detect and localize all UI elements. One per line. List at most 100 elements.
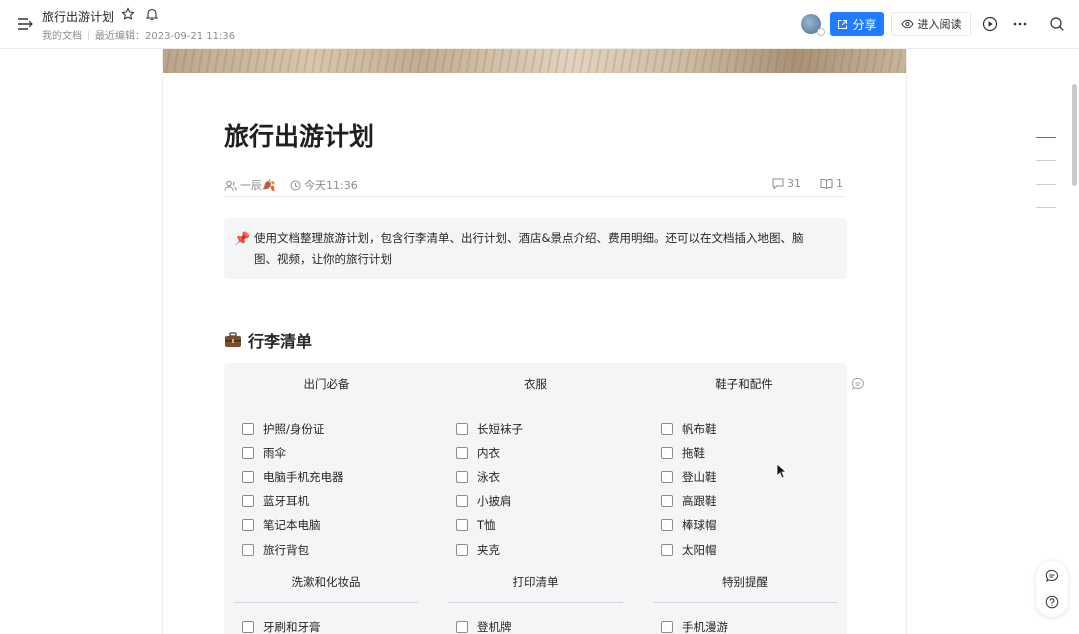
doc-meta: 我的文档 最近编辑：2023-09-21 11:36 bbox=[42, 27, 235, 42]
read-count[interactable]: 1 bbox=[820, 177, 843, 190]
last-edited: 最近编辑：2023-09-21 11:36 bbox=[95, 31, 236, 42]
checkbox[interactable] bbox=[242, 519, 254, 531]
item-label: 帆布鞋 bbox=[682, 422, 717, 436]
checklist-item[interactable]: 小披肩 bbox=[456, 493, 512, 509]
chat-icon[interactable] bbox=[1045, 569, 1059, 583]
help-icon[interactable] bbox=[1045, 595, 1059, 609]
column-divider bbox=[234, 602, 418, 603]
doc-title[interactable]: 旅行出游计划 bbox=[42, 8, 114, 25]
floating-toolbar bbox=[1036, 561, 1068, 617]
cover-image bbox=[163, 49, 906, 73]
checkbox[interactable] bbox=[661, 621, 673, 633]
author-name: 一辰🍂 bbox=[240, 179, 276, 192]
checkbox[interactable] bbox=[242, 423, 254, 435]
outline-item-active[interactable] bbox=[1036, 137, 1056, 138]
checklist-item[interactable]: 旅行背包 bbox=[242, 542, 309, 558]
checkbox[interactable] bbox=[661, 447, 673, 459]
checklist-item[interactable]: 太阳帽 bbox=[661, 542, 717, 558]
column-header: 出门必备 bbox=[303, 377, 350, 391]
checklist-item[interactable]: 登山鞋 bbox=[661, 469, 717, 485]
section-heading[interactable]: 行李清单 bbox=[224, 328, 312, 352]
item-label: 电脑手机充电器 bbox=[263, 470, 344, 484]
checklist-item[interactable]: 内衣 bbox=[456, 445, 500, 461]
column-header: 特别提醒 bbox=[722, 575, 768, 589]
read-label: 进入阅读 bbox=[917, 18, 962, 31]
checklist-item[interactable]: 笔记本电脑 bbox=[242, 517, 321, 533]
checkbox[interactable] bbox=[456, 423, 468, 435]
checkbox[interactable] bbox=[661, 519, 673, 531]
checklist-item[interactable]: 长短袜子 bbox=[456, 421, 523, 437]
checklist-item[interactable]: 雨伞 bbox=[242, 445, 286, 461]
share-button[interactable]: 分享 bbox=[830, 12, 884, 36]
checkbox[interactable] bbox=[242, 495, 254, 507]
column-divider bbox=[448, 602, 623, 603]
page-title[interactable]: 旅行出游计划 bbox=[224, 117, 374, 153]
edit-time: 今天11:36 bbox=[290, 177, 358, 193]
checklist-item[interactable]: 电脑手机充电器 bbox=[242, 469, 344, 485]
checklist-item[interactable]: 蓝牙耳机 bbox=[242, 493, 309, 509]
share-label: 分享 bbox=[852, 17, 877, 32]
author-info[interactable]: 一辰🍂 bbox=[224, 177, 276, 193]
checkbox[interactable] bbox=[661, 471, 673, 483]
checklist-item[interactable]: 高跟鞋 bbox=[661, 493, 717, 509]
reading-mode-button[interactable]: 进入阅读 bbox=[891, 12, 971, 36]
checkbox[interactable] bbox=[456, 621, 468, 633]
checkbox[interactable] bbox=[661, 495, 673, 507]
checklist-item[interactable]: 护照/身份证 bbox=[242, 421, 324, 437]
checkbox[interactable] bbox=[661, 423, 673, 435]
checklist-item[interactable]: T恤 bbox=[456, 517, 496, 533]
checkbox[interactable] bbox=[456, 495, 468, 507]
clock-icon bbox=[290, 180, 301, 190]
column-header: 衣服 bbox=[524, 377, 547, 391]
checklist-item[interactable]: 牙刷和牙膏 bbox=[242, 619, 321, 634]
checklist-item[interactable]: 登机牌 bbox=[456, 619, 512, 634]
callout-block[interactable]: 📌 使用文档整理旅游计划，包含行李清单、出行计划、酒店&景点介绍、费用明细。还可… bbox=[224, 218, 847, 279]
checkbox[interactable] bbox=[456, 471, 468, 483]
checkbox[interactable] bbox=[242, 471, 254, 483]
checklist-item[interactable]: 泳衣 bbox=[456, 469, 500, 485]
checkbox[interactable] bbox=[456, 447, 468, 459]
outline-item[interactable] bbox=[1036, 207, 1056, 208]
outline-item[interactable] bbox=[1036, 184, 1056, 185]
item-label: 高跟鞋 bbox=[682, 494, 717, 508]
suitcase-icon bbox=[225, 332, 241, 347]
checkbox[interactable] bbox=[456, 519, 468, 531]
section-title: 行李清单 bbox=[248, 332, 313, 351]
item-label: 小披肩 bbox=[477, 494, 512, 508]
checkbox[interactable] bbox=[661, 544, 673, 556]
checkbox[interactable] bbox=[242, 447, 254, 459]
item-label: 内衣 bbox=[477, 446, 500, 460]
outline-item[interactable] bbox=[1036, 160, 1056, 161]
add-comment-icon[interactable] bbox=[851, 377, 865, 391]
luggage-table: 出门必备 衣服 鞋子和配件 护照/身份证 雨伞 电脑手机充电器 蓝牙耳机 笔记本… bbox=[224, 363, 847, 634]
checklist-item[interactable]: 夹克 bbox=[456, 542, 500, 558]
checklist-item[interactable]: 手机漫游 bbox=[661, 619, 728, 634]
top-bar: 旅行出游计划 我的文档 最近编辑：2023-09-21 11:36 分享 进入阅读 bbox=[0, 0, 1079, 49]
eye-icon bbox=[900, 19, 914, 29]
checkbox[interactable] bbox=[242, 621, 254, 633]
doc-location[interactable]: 我的文档 bbox=[42, 31, 82, 42]
item-label: 雨伞 bbox=[263, 446, 286, 460]
item-label: 牙刷和牙膏 bbox=[263, 620, 321, 634]
menu-toggle-icon[interactable] bbox=[17, 17, 33, 31]
checkbox[interactable] bbox=[456, 544, 468, 556]
comment-count[interactable]: 31 bbox=[772, 177, 801, 190]
item-label: 长短袜子 bbox=[477, 422, 523, 436]
doc-info-row: 一辰🍂 今天11:36 31 1 bbox=[224, 175, 846, 197]
search-icon[interactable] bbox=[1049, 16, 1065, 32]
item-label: 蓝牙耳机 bbox=[263, 494, 309, 508]
more-icon[interactable] bbox=[1012, 16, 1028, 32]
bell-icon[interactable] bbox=[145, 7, 159, 21]
item-label: T恤 bbox=[477, 518, 496, 532]
item-label: 登机牌 bbox=[477, 620, 512, 634]
checklist-item[interactable]: 棒球帽 bbox=[661, 517, 717, 533]
checkbox[interactable] bbox=[242, 544, 254, 556]
document-page: 旅行出游计划 一辰🍂 今天11:36 31 1 📌 使用文档整理旅游计划，包含行… bbox=[162, 49, 907, 634]
scrollbar-thumb[interactable] bbox=[1072, 84, 1077, 186]
avatar-status-badge bbox=[817, 28, 825, 36]
checklist-item[interactable]: 拖鞋 bbox=[661, 445, 705, 461]
star-icon[interactable] bbox=[121, 7, 135, 21]
play-icon[interactable] bbox=[982, 16, 998, 32]
item-label: 旅行背包 bbox=[263, 543, 309, 557]
checklist-item[interactable]: 帆布鞋 bbox=[661, 421, 717, 437]
